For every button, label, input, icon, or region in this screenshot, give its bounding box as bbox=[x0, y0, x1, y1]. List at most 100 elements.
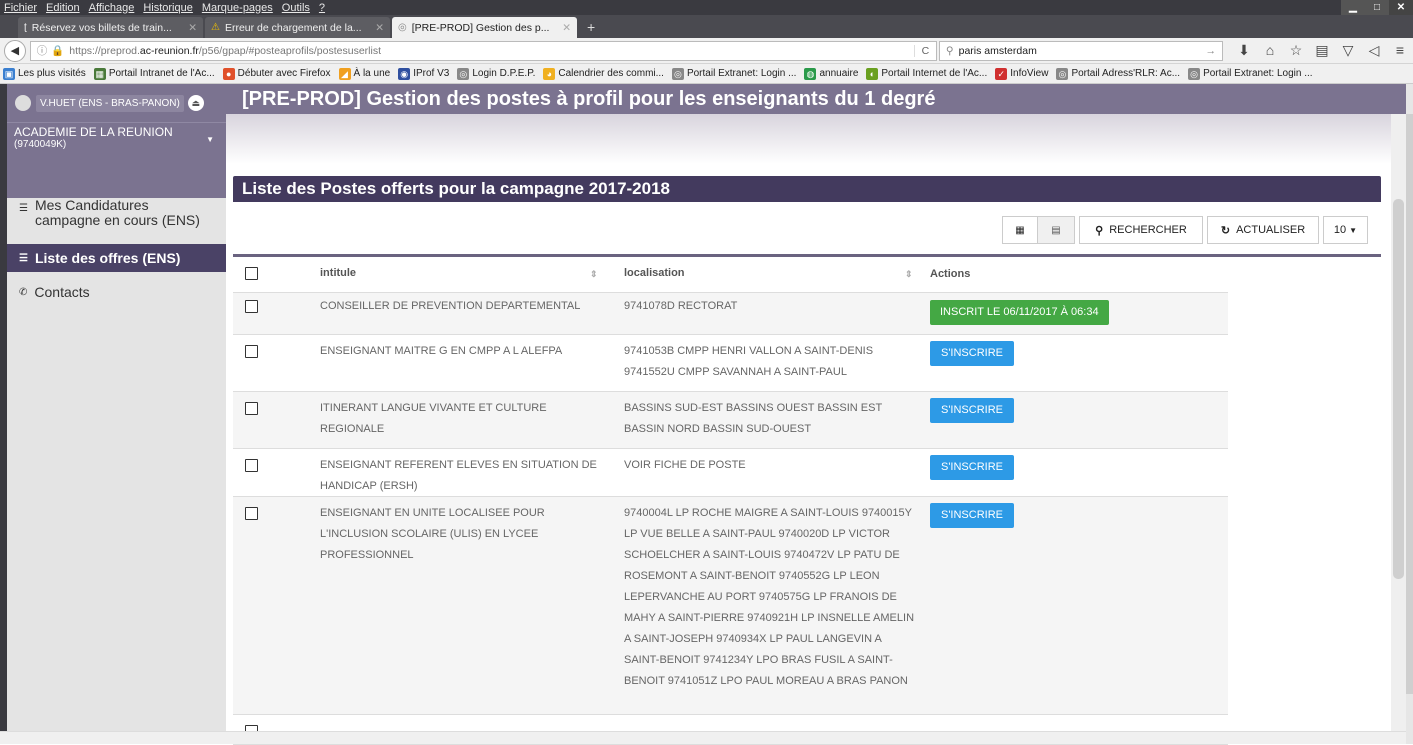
cell-intitule: CONSEILLER DE PREVENTION DEPARTEMENTAL bbox=[320, 300, 581, 312]
bookmark-annuaire[interactable]: ◍ annuaire bbox=[804, 67, 858, 80]
close-tab-icon[interactable]: ✕ bbox=[188, 22, 197, 34]
row-checkbox[interactable] bbox=[245, 300, 258, 313]
row-checkbox[interactable] bbox=[245, 459, 258, 472]
cell-localisation: VOIR FICHE DE POSTE bbox=[624, 459, 746, 471]
scrollbar-thumb[interactable] bbox=[1393, 199, 1404, 579]
hamburger-menu-icon[interactable]: ≡ bbox=[1387, 42, 1413, 59]
close-window-button[interactable]: ✕ bbox=[1389, 0, 1413, 15]
column-header-localisation[interactable]: localisation bbox=[624, 263, 916, 284]
content-scrollbar[interactable] bbox=[1391, 114, 1406, 744]
sidebar-item-offres[interactable]: ☰ Liste des offres (ENS) bbox=[7, 244, 226, 272]
url-bar[interactable]: ⓘ 🔒 https://preprod.ac-reunion.fr/p56/gp… bbox=[29, 40, 937, 61]
globe-icon: ◎ bbox=[1188, 67, 1201, 80]
folder-icon: ▣ bbox=[3, 67, 15, 80]
menu-fichier[interactable]: Fichier bbox=[4, 2, 37, 14]
bookmark-calendrier[interactable]: ◕ Calendrier des commi... bbox=[543, 67, 664, 80]
bookmark-portail-adress[interactable]: ◎ Portail Adress'RLR: Ac... bbox=[1056, 67, 1180, 80]
menu-help[interactable]: ? bbox=[319, 2, 325, 14]
column-header-intitule[interactable]: intitule bbox=[320, 263, 610, 284]
register-button[interactable]: S'INSCRIRE bbox=[930, 341, 1014, 366]
bookmark-login-dpep[interactable]: ◎ Login D.P.E.P. bbox=[457, 67, 535, 80]
register-button[interactable]: S'INSCRIRE bbox=[930, 503, 1014, 528]
window-controls: ▁ □ ✕ bbox=[1341, 0, 1413, 15]
scrollbar-thumb[interactable] bbox=[1406, 114, 1413, 694]
sort-icon[interactable]: ⇕ bbox=[905, 264, 913, 285]
sort-icon[interactable]: ⇕ bbox=[590, 264, 598, 285]
tab-error[interactable]: ⚠ Erreur de chargement de la... ✕ bbox=[205, 17, 390, 38]
register-button[interactable]: S'INSCRIRE bbox=[930, 455, 1014, 480]
register-button[interactable]: S'INSCRIRE bbox=[930, 398, 1014, 423]
bookmark-portail-internet[interactable]: ◐ Portail Internet de l'Ac... bbox=[866, 67, 987, 80]
search-go-icon[interactable]: → bbox=[1206, 45, 1217, 57]
refresh-button[interactable]: ↻ ACTUALISER bbox=[1207, 216, 1319, 244]
close-tab-icon[interactable]: ✕ bbox=[375, 22, 384, 34]
firefox-icon: ● bbox=[222, 67, 235, 80]
registered-badge[interactable]: INSCRIT LE 06/11/2017 À 06:34 bbox=[930, 300, 1109, 325]
table-row: ENSEIGNANT EN UNITE LOCALISEE POUR L'INC… bbox=[233, 497, 1228, 715]
table-view-button[interactable]: ▤ bbox=[1037, 216, 1075, 244]
caret-down-icon: ▼ bbox=[1349, 225, 1358, 235]
minimize-button[interactable]: ▁ bbox=[1341, 0, 1365, 15]
refresh-icon: ↻ bbox=[1220, 224, 1231, 237]
maximize-button[interactable]: □ bbox=[1365, 0, 1389, 15]
table-row: ITINERANT LANGUE VIVANTE ET CULTURE REGI… bbox=[233, 392, 1228, 449]
reload-icon[interactable]: C bbox=[913, 44, 936, 57]
bookmark-portail-intranet[interactable]: ▦ Portail Intranet de l'Ac... bbox=[93, 67, 215, 80]
close-tab-icon[interactable]: ✕ bbox=[562, 22, 571, 34]
search-bar[interactable]: ⚲ paris amsterdam → bbox=[938, 40, 1223, 61]
cell-intitule: ITINERANT LANGUE VIVANTE ET CULTURE REGI… bbox=[320, 402, 547, 435]
reading-list-icon[interactable]: ▤ bbox=[1309, 42, 1335, 59]
row-checkbox[interactable] bbox=[245, 345, 258, 358]
grid-view-button[interactable]: ▦ bbox=[1002, 216, 1038, 244]
bookmark-infoview[interactable]: ✓ InfoView bbox=[995, 67, 1048, 80]
info-icon[interactable]: ⓘ bbox=[37, 43, 48, 58]
bookmark-portail-extranet[interactable]: ◎ Portail Extranet: Login ... bbox=[671, 67, 796, 80]
column-header-actions: Actions bbox=[930, 268, 971, 280]
download-icon[interactable]: ⬇ bbox=[1231, 42, 1257, 59]
cell-intitule: ENSEIGNANT REFERENT ELEVES EN SITUATION … bbox=[320, 459, 597, 492]
new-tab-button[interactable]: + bbox=[579, 17, 603, 38]
send-icon[interactable]: ◁ bbox=[1361, 42, 1387, 59]
logout-lock-icon[interactable]: ⏏ bbox=[187, 95, 204, 111]
search-button[interactable]: ⚲ RECHERCHER bbox=[1079, 216, 1203, 244]
menu-marque-pages[interactable]: Marque-pages bbox=[202, 2, 273, 14]
academy-selector[interactable]: ACADEMIE DE LA REUNION (9740049K) ▼ bbox=[7, 122, 226, 158]
bookmark-portail-extranet-2[interactable]: ◎ Portail Extranet: Login ... bbox=[1188, 67, 1313, 80]
pocket-icon[interactable]: ▽ bbox=[1335, 42, 1361, 59]
menu-outils[interactable]: Outils bbox=[282, 2, 310, 14]
table-header: intitule ⇕ localisation ⇕ Actions bbox=[233, 257, 1228, 293]
bookmark-firefox[interactable]: ● Débuter avec Firefox bbox=[222, 67, 331, 80]
sidebar-item-contacts[interactable]: ✆ Contacts bbox=[7, 284, 226, 300]
lock-icon[interactable]: 🔒 bbox=[51, 44, 64, 57]
row-checkbox[interactable] bbox=[245, 507, 258, 520]
select-all-checkbox[interactable] bbox=[245, 267, 258, 280]
back-button[interactable]: ◀ bbox=[4, 39, 26, 62]
search-value: paris amsterdam bbox=[958, 44, 1037, 57]
url-text: https://preprod.ac-reunion.fr/p56/gpap/#… bbox=[69, 44, 381, 57]
menu-affichage[interactable]: Affichage bbox=[89, 2, 135, 14]
sidebar-item-candidatures[interactable]: ☰ Mes Candidatures campagne en cours (EN… bbox=[7, 198, 226, 242]
back-arrow-icon: ◀ bbox=[10, 44, 20, 57]
page-scrollbar[interactable] bbox=[1406, 84, 1413, 744]
horizontal-scrollbar[interactable] bbox=[0, 731, 1406, 744]
bookmark-iprof[interactable]: ◉ IProf V3 bbox=[398, 67, 449, 80]
academy-name: ACADEMIE DE LA REUNION bbox=[14, 125, 173, 139]
user-name[interactable]: V.HUET (ENS - BRAS-PANON) bbox=[36, 94, 184, 112]
tab-train[interactable]: ʈ Réservez vos billets de train... ✕ bbox=[18, 17, 203, 38]
page-size-dropdown[interactable]: 10 ▼ bbox=[1323, 216, 1368, 244]
cell-localisation: 9741078D RECTORAT bbox=[624, 300, 738, 312]
infoview-icon: ✓ bbox=[995, 67, 1008, 80]
tab-gestion[interactable]: ◎ [PRE-PROD] Gestion des p... ✕ bbox=[392, 17, 577, 38]
toolbar-icons: ⬇ ⌂ ☆ ▤ ▽ ◁ ≡ bbox=[1231, 42, 1413, 59]
home-icon[interactable]: ⌂ bbox=[1257, 42, 1283, 59]
bookmark-a-la-une[interactable]: ◢ À la une bbox=[338, 67, 390, 80]
list-icon: ☰ bbox=[19, 252, 28, 264]
tab-strip: ʈ Réservez vos billets de train... ✕ ⚠ E… bbox=[0, 15, 1413, 38]
star-icon[interactable]: ☆ bbox=[1283, 42, 1309, 59]
menu-historique[interactable]: Historique bbox=[143, 2, 193, 14]
table-row: ENSEIGNANT MAITRE G EN CMPP A L ALEFPA 9… bbox=[233, 335, 1228, 392]
bookmark-most-visited[interactable]: ▣ Les plus visités bbox=[3, 67, 86, 80]
menu-edition[interactable]: Edition bbox=[46, 2, 80, 14]
avatar[interactable] bbox=[15, 95, 31, 111]
row-checkbox[interactable] bbox=[245, 402, 258, 415]
